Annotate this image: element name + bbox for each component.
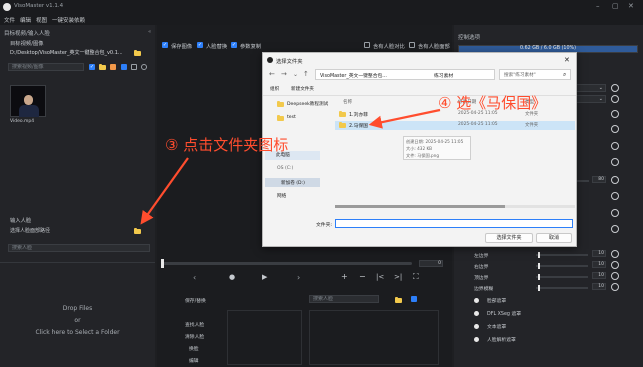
annotation-arrows xyxy=(140,108,441,225)
arrow-to-folder-icon xyxy=(140,157,189,225)
arrow-to-mabaoguo xyxy=(368,108,441,129)
